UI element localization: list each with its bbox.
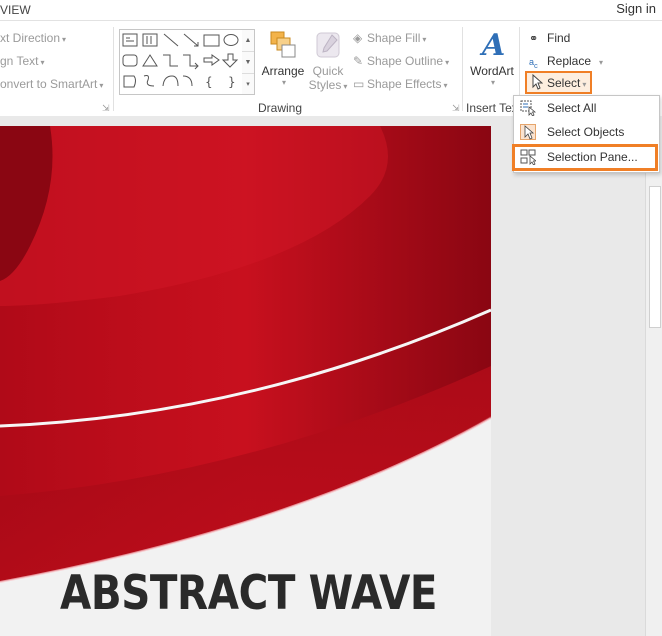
paint-bucket-icon: ◈ [353, 31, 363, 45]
cursor-arrow-icon [532, 74, 543, 90]
scrollbar-thumb[interactable] [649, 186, 661, 328]
gallery-down-icon[interactable]: ▼ [242, 52, 254, 74]
slide[interactable] [0, 126, 491, 636]
slide-title[interactable]: ABSTRACT WAVE [60, 566, 438, 621]
replace-icon: ac [529, 57, 538, 70]
chevron-down-icon: ▾ [343, 82, 348, 91]
menu-item-select-objects[interactable]: Select Objects [514, 121, 659, 144]
align-text-label: gn Text [0, 54, 39, 68]
select-label: Select ▾ [547, 76, 587, 90]
sign-in-link[interactable]: Sign in [616, 1, 656, 16]
wordart-button[interactable]: A WordArt ▾ [467, 27, 517, 87]
gallery-up-icon[interactable]: ▲ [242, 30, 254, 52]
shape-fill-button[interactable]: ◈ Shape Fill ▾ [353, 31, 426, 45]
drawing-group-label: Drawing [258, 101, 303, 115]
svg-text:{: { [205, 75, 213, 89]
shape-outline-label: Shape Outline [367, 54, 444, 68]
arrange-button[interactable]: Arrange ▾ [259, 29, 307, 87]
find-label: Find [547, 31, 571, 45]
selection-pane-highlight [512, 144, 658, 171]
quick-styles-icon [316, 32, 340, 58]
chevron-down-icon: ▾ [99, 81, 104, 90]
chevron-down-icon: ▾ [40, 58, 45, 67]
select-objects-icon [520, 124, 536, 140]
quick-styles-button[interactable]: Quick Styles ▾ [305, 29, 351, 92]
select-objects-label: Select Objects [547, 125, 625, 139]
paragraph-dialog-launcher-icon[interactable]: ⇲ [102, 103, 110, 114]
convert-smartart-label: onvert to SmartArt [0, 77, 98, 91]
select-all-icon [520, 100, 536, 116]
convert-smartart-button[interactable]: onvert to SmartArt ▾ [0, 77, 103, 91]
binoculars-icon: ⚭ [529, 33, 539, 45]
text-direction-button[interactable]: xt Direction ▾ [0, 31, 66, 45]
shapes-gallery-icons: { } [122, 33, 239, 89]
find-button[interactable]: ⚭ Find [529, 31, 570, 45]
chevron-down-icon: ▾ [445, 58, 450, 67]
tab-view[interactable]: VIEW [0, 3, 31, 17]
styles-label: Styles [308, 78, 342, 92]
slide-background-art [0, 126, 491, 636]
drawing-dialog-launcher-icon[interactable]: ⇲ [452, 103, 460, 114]
replace-label: Replace [547, 54, 592, 68]
chevron-down-icon: ▾ [599, 58, 604, 67]
svg-text:A: A [479, 28, 505, 61]
group-separator [113, 27, 114, 111]
wordart-icon: A [479, 28, 505, 63]
ribbon-tab-bar: VIEW Sign in [0, 0, 662, 20]
wordart-label: WordArt [470, 64, 514, 78]
shape-effects-label: Shape Effects [367, 77, 442, 91]
shapes-gallery[interactable]: { } [119, 29, 243, 95]
replace-button[interactable]: ac Replace ▾ [529, 54, 603, 70]
shape-effects-icon: ▭ [353, 77, 365, 91]
arrange-icon [270, 31, 296, 58]
shape-fill-label: Shape Fill [367, 31, 421, 45]
arrange-label: Arrange [261, 64, 305, 78]
chevron-down-icon: ▾ [582, 80, 587, 89]
group-separator [462, 27, 463, 111]
shape-outline-button[interactable]: ✎ Shape Outline ▾ [353, 54, 449, 68]
shape-effects-button[interactable]: ▭ Shape Effects ▾ [353, 77, 448, 91]
gallery-more-icon[interactable]: ▾ [242, 74, 254, 95]
chevron-down-icon: ▾ [422, 35, 427, 44]
chevron-down-icon: ▾ [490, 78, 495, 87]
chevron-down-icon: ▾ [62, 35, 67, 44]
insert-text-group-label: Insert Tex [466, 101, 518, 115]
chevron-down-icon: ▾ [281, 78, 286, 87]
shapes-gallery-scroll[interactable]: ▲ ▼ ▾ [242, 29, 255, 95]
vertical-scrollbar[interactable] [645, 116, 662, 636]
pencil-icon: ✎ [353, 54, 364, 68]
align-text-button[interactable]: gn Text ▾ [0, 54, 45, 68]
quick-label: Quick [312, 64, 344, 78]
text-direction-label: xt Direction [0, 31, 61, 45]
menu-item-select-all[interactable]: Select All [514, 97, 659, 120]
select-all-label: Select All [547, 101, 597, 115]
svg-text:}: } [228, 75, 236, 89]
chevron-down-icon: ▾ [443, 81, 448, 90]
